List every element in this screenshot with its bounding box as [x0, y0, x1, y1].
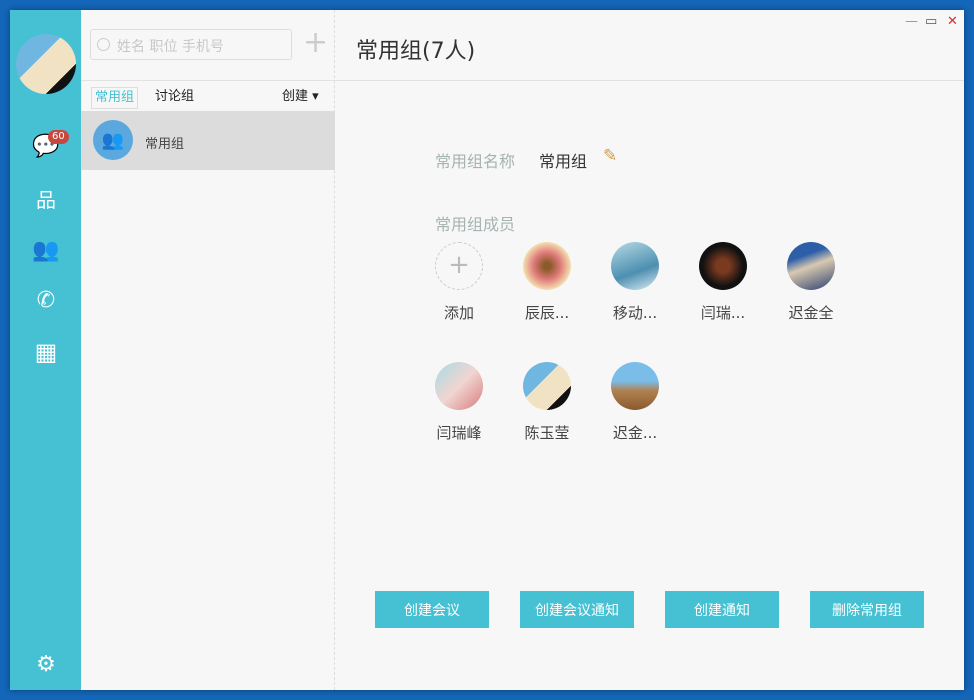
members-label: 常用组成员 — [435, 211, 515, 235]
edit-icon[interactable]: ✎ — [603, 146, 617, 166]
member-item[interactable]: 闫瑞峰 — [429, 362, 489, 443]
group-list-item[interactable]: 👥 常用组 — [81, 111, 335, 170]
sidebar: 💬 60 品 👥 ✆ ▦ ⚙ — [10, 10, 81, 690]
member-name: 迟金全 — [788, 304, 833, 322]
member-name: 陈玉莹 — [524, 424, 569, 442]
minimize-button[interactable]: — — [905, 14, 918, 29]
org-chart-icon[interactable]: 品 — [30, 184, 62, 212]
member-name: 添加 — [444, 304, 474, 322]
group-name-label: 常用组名称 — [435, 148, 515, 172]
apps-grid-icon[interactable]: ▦ — [30, 338, 62, 366]
member-avatar — [611, 242, 659, 290]
member-avatar — [699, 242, 747, 290]
app-window: 💬 60 品 👥 ✆ ▦ ⚙ 姓名 职位 手机号 + 常用组 讨论组 创建 ▾ … — [10, 10, 964, 690]
member-item[interactable]: 移动... — [605, 242, 665, 323]
member-item[interactable]: 闫瑞... — [693, 242, 753, 323]
add-button[interactable]: + — [303, 28, 328, 58]
create-notice-button[interactable]: 创建通知 — [665, 591, 779, 628]
member-item[interactable]: 迟金... — [605, 362, 665, 443]
search-input[interactable]: 姓名 职位 手机号 — [90, 29, 292, 60]
member-name: 辰辰... — [525, 304, 569, 322]
member-avatar — [523, 362, 571, 410]
close-button[interactable]: ✕ — [947, 14, 958, 29]
settings-gear-icon[interactable]: ⚙ — [30, 650, 62, 678]
member-item[interactable]: 陈玉莹 — [517, 362, 577, 443]
member-avatar — [523, 242, 571, 290]
unread-badge: 60 — [48, 130, 69, 144]
search-icon — [97, 38, 110, 51]
add-member-button[interactable]: + 添加 — [429, 242, 489, 323]
member-name: 迟金... — [613, 424, 657, 442]
member-avatar — [435, 362, 483, 410]
create-dropdown[interactable]: 创建 ▾ — [282, 87, 319, 107]
group-icon: 👥 — [93, 120, 133, 160]
tab-common-groups[interactable]: 常用组 — [91, 87, 138, 109]
phone-icon[interactable]: ✆ — [30, 286, 62, 314]
create-meeting-button[interactable]: 创建会议 — [375, 591, 489, 628]
create-meeting-notice-button[interactable]: 创建会议通知 — [520, 591, 634, 628]
plus-icon: + — [435, 242, 483, 290]
divider — [81, 80, 964, 81]
contacts-icon[interactable]: 👥 — [30, 236, 62, 264]
my-avatar[interactable] — [16, 34, 76, 94]
maximize-button[interactable]: ▭ — [925, 14, 937, 29]
member-name: 移动... — [613, 304, 657, 322]
page-title: 常用组(7人) — [356, 33, 475, 65]
group-name-value: 常用组 — [539, 148, 587, 172]
member-item[interactable]: 迟金全 — [781, 242, 841, 323]
delete-group-button[interactable]: 删除常用组 — [810, 591, 924, 628]
member-name: 闫瑞... — [701, 304, 745, 322]
member-name: 闫瑞峰 — [436, 424, 481, 442]
member-avatar — [611, 362, 659, 410]
group-list-panel: 姓名 职位 手机号 + 常用组 讨论组 创建 ▾ 👥 常用组 — [81, 10, 335, 690]
member-item[interactable]: 辰辰... — [517, 242, 577, 323]
tab-discussion-groups[interactable]: 讨论组 — [155, 87, 194, 107]
member-avatar — [787, 242, 835, 290]
